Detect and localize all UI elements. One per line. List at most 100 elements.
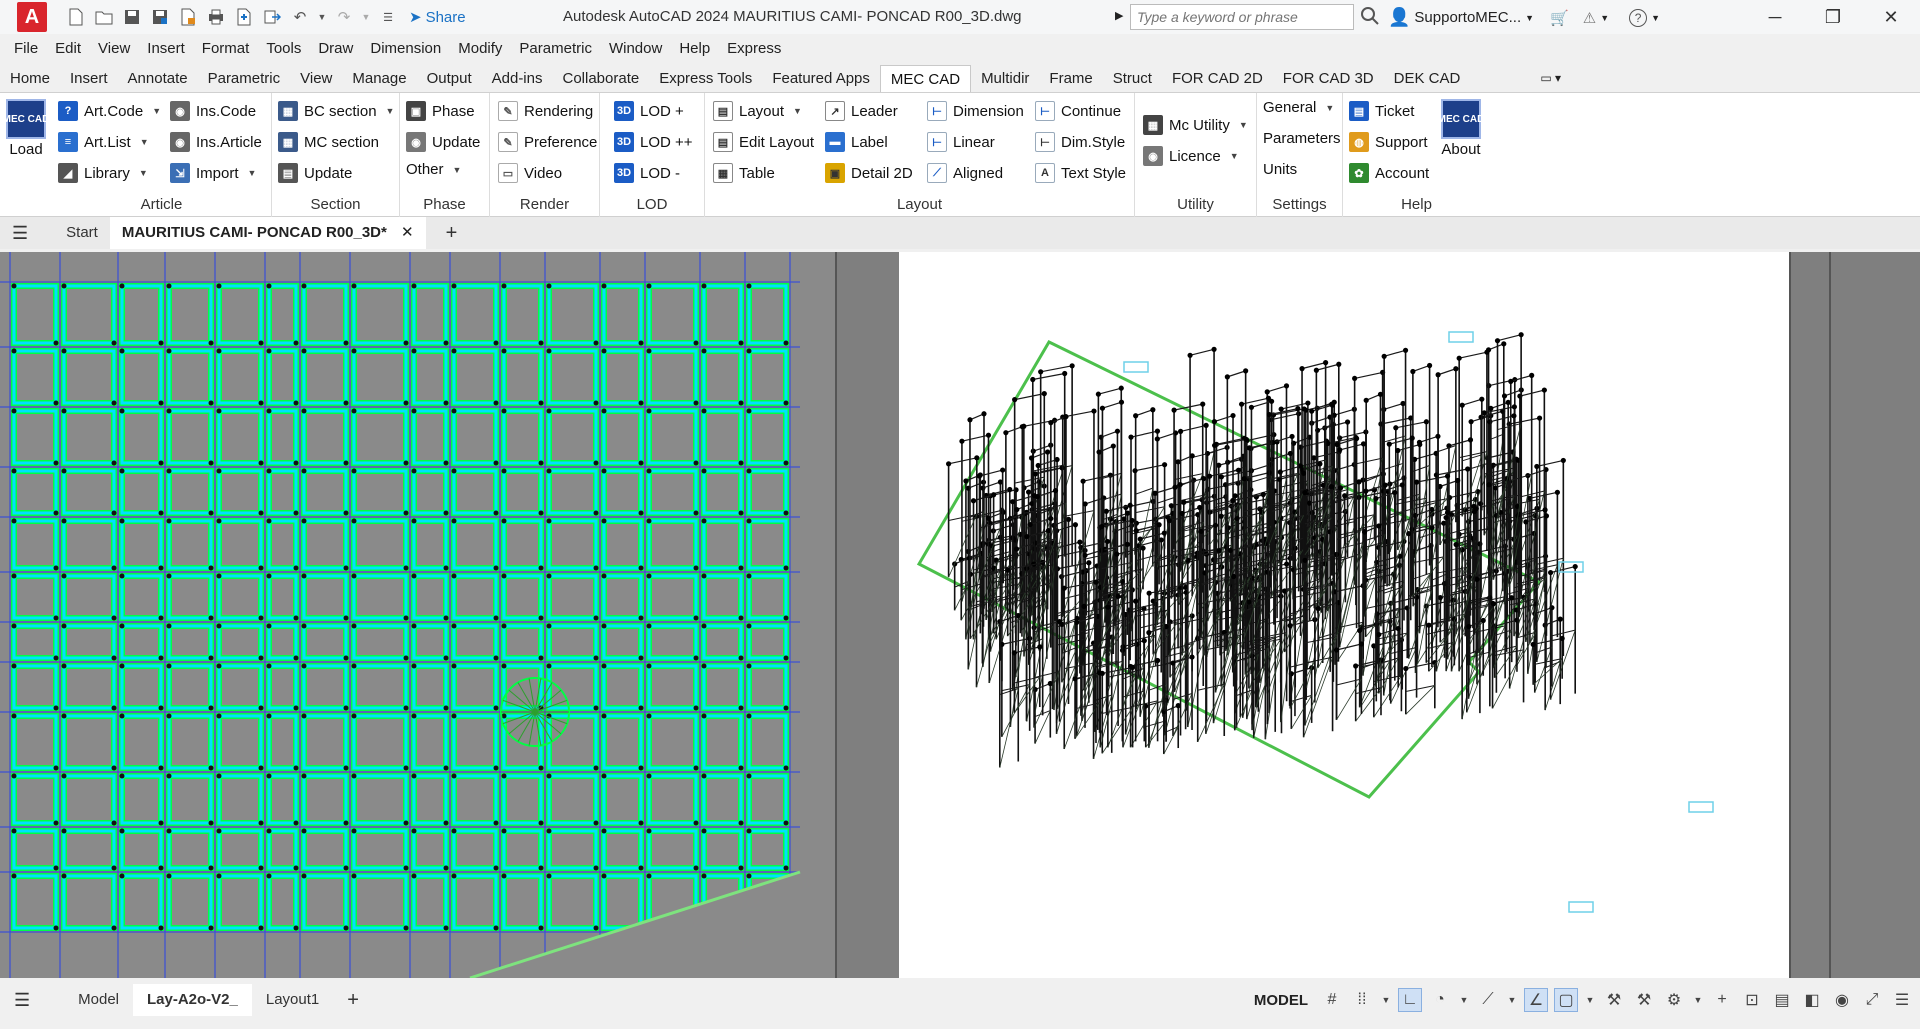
- ribbon-tab-for-cad-3d[interactable]: FOR CAD 3D: [1273, 65, 1384, 92]
- chevron-right-icon[interactable]: ▶: [1115, 9, 1123, 22]
- menu-express[interactable]: Express: [727, 40, 781, 57]
- layout-button[interactable]: ▤ Layout ▼: [713, 101, 802, 121]
- workspace-icon[interactable]: ☰: [377, 6, 399, 28]
- chevron-down-icon[interactable]: ▼: [1692, 988, 1704, 1012]
- minimize-icon[interactable]: ─: [1746, 0, 1804, 34]
- workspace-gear-icon[interactable]: ⚙: [1662, 988, 1686, 1012]
- chevron-down-icon[interactable]: ▼: [1651, 13, 1660, 23]
- plus-icon[interactable]: +: [1710, 988, 1734, 1012]
- support-button[interactable]: ◍ Support: [1349, 132, 1428, 152]
- preference-button[interactable]: ✎ Preference: [498, 132, 597, 152]
- ribbon-tab-for-cad-2d[interactable]: FOR CAD 2D: [1162, 65, 1273, 92]
- tab-active-drawing[interactable]: MAURITIUS CAMI- PONCAD R00_3D* ✕: [109, 217, 426, 249]
- rendering-button[interactable]: ✎ Rendering: [498, 101, 593, 121]
- annotation-scale-icon[interactable]: ⚒: [1602, 988, 1626, 1012]
- phase-update-button[interactable]: ◉ Update: [406, 132, 480, 152]
- clean-screen-icon[interactable]: ⤢: [1860, 988, 1884, 1012]
- ortho-icon[interactable]: ∟: [1398, 988, 1422, 1012]
- ribbon-tab-featured-apps[interactable]: Featured Apps: [762, 65, 880, 92]
- ribbon-tab-add-ins[interactable]: Add-ins: [482, 65, 553, 92]
- video-button[interactable]: ▭ Video: [498, 163, 562, 183]
- add-layout-icon[interactable]: +: [333, 984, 373, 1016]
- ribbon-tab-struct[interactable]: Struct: [1103, 65, 1162, 92]
- phase-button[interactable]: ▣ Phase: [406, 101, 475, 121]
- help-icon[interactable]: ?: [1629, 8, 1648, 27]
- phase-other-button[interactable]: Other ▼: [406, 161, 461, 178]
- undo-dropdown-icon[interactable]: ▼: [317, 6, 327, 28]
- about-button[interactable]: MEC CAD About: [1438, 99, 1484, 158]
- share-view-icon[interactable]: [261, 6, 283, 28]
- menu-file[interactable]: File: [14, 40, 38, 57]
- import-button[interactable]: ⇲ Import ▼: [170, 163, 256, 183]
- ribbon-tab-insert[interactable]: Insert: [60, 65, 118, 92]
- detail-2d-button[interactable]: ▣ Detail 2D: [825, 163, 913, 183]
- licence-button[interactable]: ◉ Licence ▼: [1143, 146, 1239, 166]
- share-button[interactable]: ➤ Share: [409, 8, 466, 27]
- undo-icon[interactable]: ↶: [289, 6, 311, 28]
- annotation-visibility-icon[interactable]: ⚒: [1632, 988, 1656, 1012]
- tab-start[interactable]: Start: [54, 217, 110, 249]
- lod-plus-plus-button[interactable]: 3D LOD ++: [614, 132, 693, 152]
- units-icon[interactable]: ⊡: [1740, 988, 1764, 1012]
- lock-ui-icon[interactable]: ◧: [1800, 988, 1824, 1012]
- snap-icon[interactable]: ⁞⁞: [1350, 988, 1374, 1012]
- search-icon[interactable]: [1360, 6, 1380, 30]
- restore-icon[interactable]: ❐: [1804, 0, 1862, 34]
- close-icon[interactable]: ✕: [1862, 0, 1920, 34]
- tab-layout1[interactable]: Layout1: [252, 984, 333, 1016]
- polar-icon[interactable]: ◔: [1428, 988, 1452, 1012]
- autodesk-a360-icon[interactable]: ⚠: [1583, 9, 1596, 27]
- chevron-down-icon[interactable]: ▼: [1458, 988, 1470, 1012]
- print-icon[interactable]: [205, 6, 227, 28]
- menu-edit[interactable]: Edit: [55, 40, 81, 57]
- chevron-down-icon[interactable]: ▼: [1380, 988, 1392, 1012]
- redo-icon[interactable]: ↷: [333, 6, 355, 28]
- ribbon-tab-mec-cad[interactable]: MEC CAD: [879, 65, 972, 92]
- layout-menu-icon[interactable]: ☰: [0, 984, 44, 1016]
- viewport-plan[interactable]: [0, 252, 835, 978]
- menu-parametric[interactable]: Parametric: [519, 40, 592, 57]
- menu-help[interactable]: Help: [679, 40, 710, 57]
- ribbon-tab-multidir[interactable]: Multidir: [971, 65, 1039, 92]
- edit-layout-button[interactable]: ▤ Edit Layout: [713, 132, 814, 152]
- ribbon-tab-express-tools[interactable]: Express Tools: [649, 65, 762, 92]
- save-icon[interactable]: [121, 6, 143, 28]
- object-snap-tracking-icon[interactable]: ∠: [1524, 988, 1548, 1012]
- chevron-down-icon[interactable]: ▼: [1506, 988, 1518, 1012]
- ribbon-tab-home[interactable]: Home: [0, 65, 60, 92]
- ins-code-button[interactable]: ◉ Ins.Code: [170, 101, 256, 121]
- tab-model[interactable]: Model: [64, 984, 133, 1016]
- ribbon-tab-view[interactable]: View: [290, 65, 342, 92]
- text-style-button[interactable]: A Text Style: [1035, 163, 1126, 183]
- new-tab-icon[interactable]: +: [434, 217, 470, 249]
- chevron-down-icon[interactable]: ▼: [1584, 988, 1596, 1012]
- publish-icon[interactable]: [177, 6, 199, 28]
- plot-icon[interactable]: [233, 6, 255, 28]
- continue-button[interactable]: ⊢ Continue: [1035, 101, 1121, 121]
- menu-dimension[interactable]: Dimension: [370, 40, 441, 57]
- lod-minus-button[interactable]: 3D LOD -: [614, 163, 680, 183]
- ribbon-tab-collaborate[interactable]: Collaborate: [552, 65, 649, 92]
- general-button[interactable]: General ▼: [1263, 99, 1334, 116]
- linear-button[interactable]: ⊢ Linear: [927, 132, 995, 152]
- object-snap-icon[interactable]: ▢: [1554, 988, 1578, 1012]
- tab-lay-a2o-v2[interactable]: Lay-A2o-V2_: [133, 984, 252, 1016]
- open-icon[interactable]: [93, 6, 115, 28]
- ribbon-tab-output[interactable]: Output: [417, 65, 482, 92]
- load-button[interactable]: MEC CAD Load: [3, 99, 49, 158]
- dim-style-button[interactable]: ⊢ Dim.Style: [1035, 132, 1125, 152]
- chevron-down-icon[interactable]: ▼: [1600, 13, 1609, 23]
- autocad-logo-icon[interactable]: A: [17, 2, 47, 32]
- dimension-button[interactable]: ⊢ Dimension: [927, 101, 1024, 121]
- drawing-area[interactable]: [0, 252, 1920, 978]
- ticket-button[interactable]: ▤ Ticket: [1349, 101, 1414, 121]
- close-tab-icon[interactable]: ✕: [401, 224, 414, 241]
- ribbon-tab-dek-cad[interactable]: DEK CAD: [1384, 65, 1471, 92]
- mc-utility-button[interactable]: ▦ Mc Utility ▼: [1143, 115, 1248, 135]
- ribbon-tab-frame[interactable]: Frame: [1039, 65, 1102, 92]
- lod-plus-button[interactable]: 3D LOD +: [614, 101, 684, 121]
- menu-view[interactable]: View: [98, 40, 130, 57]
- menu-format[interactable]: Format: [202, 40, 250, 57]
- quick-properties-icon[interactable]: ▤: [1770, 988, 1794, 1012]
- grid-icon[interactable]: #: [1320, 988, 1344, 1012]
